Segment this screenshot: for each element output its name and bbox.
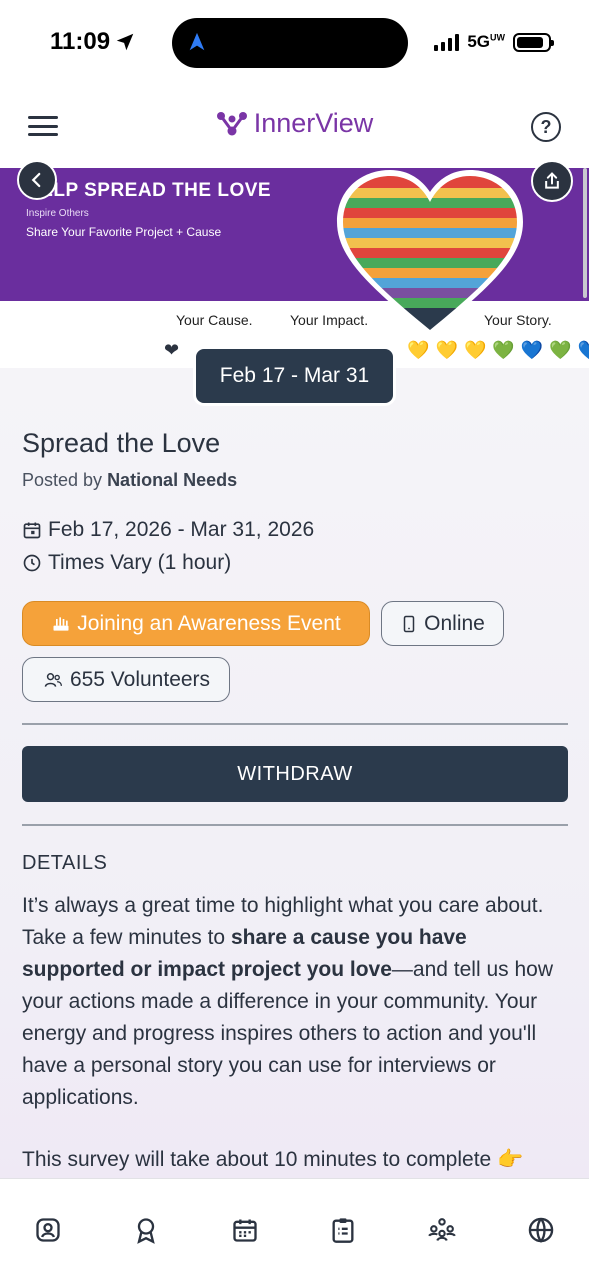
- nav-tasks[interactable]: [328, 1215, 358, 1245]
- organization-name[interactable]: National Needs: [107, 470, 237, 490]
- decorative-heart-icon: 💚: [492, 340, 515, 360]
- globe-icon: [528, 1217, 554, 1243]
- brand-name: InnerView: [253, 108, 374, 138]
- banner-tagline: Share Your Favorite Project + Cause: [26, 225, 222, 239]
- posted-by-prefix: Posted by: [22, 470, 108, 490]
- survey-note: This survey will take about 10 minutes t…: [22, 1148, 524, 1171]
- network-label: 5GUW: [467, 32, 505, 51]
- event-dates-text: Feb 17, 2026 - Mar 31, 2026: [48, 518, 315, 541]
- decorative-heart-icon: 💛: [463, 340, 487, 360]
- innerview-logo-icon: [216, 111, 247, 135]
- award-icon: [137, 1218, 155, 1244]
- nav-profile[interactable]: [33, 1215, 63, 1245]
- details-heading: DETAILS: [22, 852, 108, 874]
- volunteers-pill[interactable]: 655 Volunteers: [22, 657, 230, 702]
- clipboard-icon: [332, 1218, 354, 1243]
- clock-text: 11:09: [50, 28, 111, 55]
- decorative-heart-icon: ❤: [164, 340, 180, 360]
- nav-explore[interactable]: [526, 1215, 556, 1245]
- divider: [22, 723, 568, 725]
- navigation-arrow-icon: [189, 32, 205, 51]
- tagline-story: Your Story.: [484, 312, 552, 328]
- hands-raised-icon: [53, 616, 69, 631]
- decorative-heart-icon: 💛: [407, 340, 430, 360]
- category-label: Joining an Awareness Event: [77, 611, 341, 635]
- calendar-icon: [23, 522, 41, 539]
- tagline-impact: Your Impact.: [290, 312, 369, 328]
- decorative-heart-icon: 💛: [435, 340, 458, 360]
- phone-icon: [403, 615, 415, 632]
- event-times-text: Times Vary (1 hour): [48, 551, 232, 574]
- share-icon: [545, 172, 559, 189]
- withdraw-button[interactable]: WITHDRAW: [22, 746, 568, 802]
- posted-by: Posted by National Needs: [22, 470, 237, 491]
- clock-icon: [23, 554, 41, 572]
- event-banner: HELP SPREAD THE LOVE Inspire Others Shar…: [0, 168, 589, 368]
- banner-subtitle: Inspire Others: [26, 208, 89, 219]
- status-indicators: 5GUW: [434, 32, 554, 52]
- nav-community[interactable]: [427, 1215, 457, 1245]
- dynamic-island: [172, 18, 408, 68]
- chevron-left-icon: [31, 172, 41, 188]
- profile-icon: [36, 1218, 60, 1242]
- banner-headline: HELP SPREAD THE LOVE: [26, 180, 272, 201]
- event-title: Spread the Love: [22, 428, 221, 458]
- mode-pill[interactable]: Online: [381, 601, 504, 646]
- date-range-chip: Feb 17 - Mar 31: [196, 349, 393, 403]
- nav-achievements[interactable]: [131, 1215, 161, 1245]
- share-button[interactable]: [531, 160, 573, 202]
- community-icon: [428, 1218, 456, 1242]
- status-bar: 11:09 5GUW: [0, 0, 589, 88]
- event-dates: Feb 17, 2026 - Mar 31, 2026: [22, 518, 314, 542]
- location-arrow-icon: [116, 33, 134, 51]
- nav-calendar[interactable]: [230, 1215, 260, 1245]
- decorative-heart-icon: 💙: [520, 340, 544, 360]
- app-header: InnerView ?: [0, 88, 589, 168]
- decorative-heart-icon: 💚: [549, 340, 572, 360]
- decorative-heart-icon: 💙: [577, 340, 589, 360]
- help-icon[interactable]: ?: [531, 112, 561, 142]
- people-icon: [44, 672, 62, 687]
- bottom-nav: [0, 1178, 589, 1280]
- brand-logo: InnerView: [0, 108, 589, 139]
- status-time: 11:09: [50, 28, 136, 56]
- volunteers-label: 655 Volunteers: [69, 667, 211, 691]
- battery-icon: [513, 32, 554, 52]
- tagline-cause: Your Cause.: [176, 312, 253, 328]
- back-button[interactable]: [17, 160, 57, 200]
- event-times: Times Vary (1 hour): [22, 551, 231, 575]
- calendar-icon: [233, 1219, 257, 1242]
- divider: [22, 824, 568, 826]
- category-pill[interactable]: Joining an Awareness Event: [22, 601, 370, 646]
- banner-scrollbar[interactable]: [583, 168, 587, 298]
- event-details-content: Spread the Love Posted by National Needs…: [0, 368, 589, 1178]
- mode-label: Online: [424, 611, 485, 635]
- details-description: It’s always a great time to highlight wh…: [22, 890, 570, 1114]
- signal-icon: [434, 33, 460, 51]
